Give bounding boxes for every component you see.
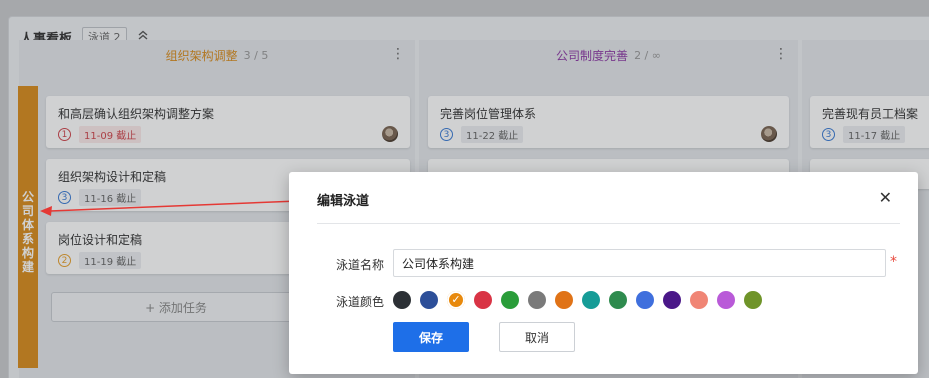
color-swatch-group: ✓ bbox=[393, 291, 762, 309]
color-swatch[interactable] bbox=[636, 291, 654, 309]
lane-color-label: 泳道颜色 bbox=[336, 295, 385, 309]
color-swatch[interactable] bbox=[420, 291, 438, 309]
edit-lane-dialog: 编辑泳道 ✕ 泳道名称 * 泳道颜色 ✓ 保存 取消 bbox=[289, 172, 918, 374]
color-swatch[interactable] bbox=[690, 291, 708, 309]
save-button[interactable]: 保存 bbox=[393, 322, 469, 352]
color-swatch[interactable] bbox=[609, 291, 627, 309]
color-swatch[interactable] bbox=[663, 291, 681, 309]
color-swatch[interactable] bbox=[474, 291, 492, 309]
color-swatch[interactable]: ✓ bbox=[447, 291, 465, 309]
color-swatch[interactable] bbox=[717, 291, 735, 309]
lane-name-input[interactable] bbox=[393, 249, 886, 277]
color-swatch[interactable] bbox=[528, 291, 546, 309]
color-swatch[interactable] bbox=[744, 291, 762, 309]
cancel-button[interactable]: 取消 bbox=[499, 322, 575, 352]
dialog-title: 编辑泳道 bbox=[317, 194, 370, 209]
checkmark-icon: ✓ bbox=[451, 293, 461, 306]
color-swatch[interactable] bbox=[501, 291, 519, 309]
color-swatch[interactable] bbox=[555, 291, 573, 309]
close-icon[interactable]: ✕ bbox=[879, 188, 892, 207]
color-swatch[interactable] bbox=[582, 291, 600, 309]
divider bbox=[317, 223, 900, 224]
required-mark: * bbox=[890, 254, 897, 270]
color-swatch[interactable] bbox=[393, 291, 411, 309]
lane-name-label: 泳道名称 bbox=[336, 258, 385, 272]
